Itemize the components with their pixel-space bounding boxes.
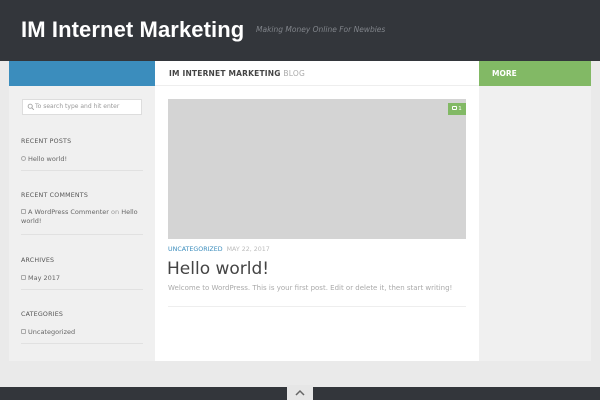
- recent-comment-item: A WordPress Commenter on Hello world!: [21, 208, 143, 226]
- circle-icon: [21, 156, 26, 161]
- recent-post-item[interactable]: Hello world!: [21, 155, 143, 164]
- category-link[interactable]: Uncategorized: [28, 328, 75, 336]
- post-title[interactable]: Hello world!: [167, 259, 269, 279]
- search-placeholder: To search type and hit enter: [35, 103, 120, 110]
- archives-title: ARCHIVES: [21, 257, 55, 264]
- divider: [21, 234, 143, 235]
- comment-author-link[interactable]: A WordPress Commenter: [28, 208, 109, 216]
- category-item[interactable]: Uncategorized: [21, 328, 143, 337]
- comment-count: 1: [458, 106, 462, 112]
- divider: [21, 289, 143, 290]
- page-wrapper: IM INTERNET MARKETING BLOG MORE To searc…: [9, 61, 591, 361]
- archive-item[interactable]: May 2017: [21, 274, 143, 283]
- comment-icon: [452, 106, 458, 110]
- archive-link[interactable]: May 2017: [28, 274, 60, 282]
- page-title-suffix: BLOG: [283, 69, 305, 78]
- site-header: IM Internet Marketing Making Money Onlin…: [0, 0, 600, 61]
- post-category-link[interactable]: UNCATEGORIZED: [168, 246, 223, 253]
- scroll-to-top-button[interactable]: [287, 385, 313, 400]
- more-bar[interactable]: MORE: [479, 61, 591, 86]
- page-title-main: IM INTERNET MARKETING: [169, 69, 281, 78]
- page-title-bar: IM INTERNET MARKETING BLOG: [155, 61, 479, 86]
- more-label[interactable]: MORE: [492, 69, 517, 78]
- post-thumbnail[interactable]: 1: [168, 99, 466, 239]
- recent-comments-title: RECENT COMMENTS: [21, 192, 89, 199]
- post-date: MAY 22, 2017: [226, 246, 270, 253]
- post-meta: UNCATEGORIZED MAY 22, 2017: [168, 246, 270, 253]
- comment-count-badge[interactable]: 1: [448, 103, 466, 115]
- comment-icon: [21, 209, 26, 214]
- comment-on-text: on: [111, 208, 120, 216]
- categories-title: CATEGORIES: [21, 311, 64, 318]
- divider: [168, 306, 466, 307]
- site-tagline: Making Money Online For Newbies: [256, 25, 386, 34]
- divider: [21, 170, 143, 171]
- site-title[interactable]: IM Internet Marketing: [21, 17, 244, 43]
- post-excerpt: Welcome to WordPress. This is your first…: [168, 284, 453, 292]
- search-input[interactable]: To search type and hit enter: [22, 99, 142, 115]
- recent-posts-title: RECENT POSTS: [21, 138, 72, 145]
- sidebar: To search type and hit enter RECENT POST…: [9, 86, 155, 361]
- divider: [21, 343, 143, 344]
- chevron-up-icon: [295, 389, 305, 396]
- page-title: IM INTERNET MARKETING BLOG: [169, 69, 305, 78]
- recent-post-link[interactable]: Hello world!: [28, 155, 67, 163]
- folder-icon: [21, 275, 26, 280]
- sidebar-header-bar: [9, 61, 155, 86]
- folder-icon: [21, 329, 26, 334]
- main-content: 1 UNCATEGORIZED MAY 22, 2017 Hello world…: [155, 86, 479, 361]
- search-icon: [27, 103, 35, 111]
